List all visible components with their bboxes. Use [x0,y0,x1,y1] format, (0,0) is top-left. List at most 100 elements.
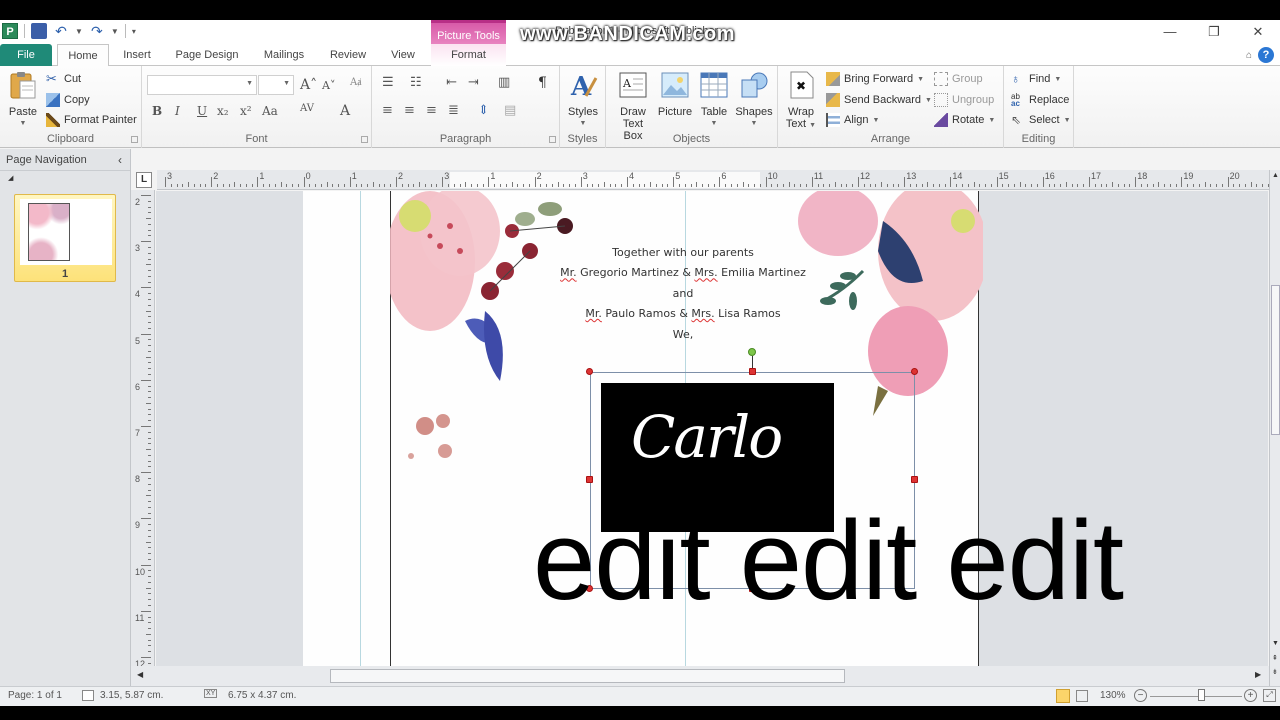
restore-button[interactable]: ❐ [1192,22,1236,42]
publication-page[interactable]: Together with our parents Mr. Gregorio M… [303,191,1124,686]
tab-insert[interactable]: Insert [118,44,156,66]
tab-format[interactable]: Format [431,44,506,66]
zoom-level[interactable]: 130% [1100,690,1126,701]
send-backward-button[interactable]: Send Backward ▼ [826,93,932,107]
fit-page-icon[interactable]: ⤢ [1263,689,1276,702]
align-left-icon[interactable]: ≡ [382,103,393,118]
italic-button[interactable]: I [175,104,180,118]
replace-button[interactable]: ab ac Replace [1011,93,1069,108]
collapse-pane-icon[interactable]: ‹ [118,149,122,171]
horizontal-ruler[interactable]: 3 2 1 0 1 2 3 1 2 3 4 5 6 10 11 12 13 14 15 16 17 18 19 20 [157,170,1270,190]
shrink-font-button[interactable]: A˅ [322,79,335,92]
cut-button[interactable]: ✂ Cut [46,72,81,86]
undo-icon[interactable]: ↶ [53,23,69,39]
tab-review[interactable]: Review [324,44,372,66]
next-page-icon[interactable]: ⇟ [1272,668,1278,676]
tab-mailings[interactable]: Mailings [256,44,312,66]
customize-qat-icon[interactable]: ▾ [132,27,136,36]
minimize-ribbon-icon[interactable]: ⌂ [1246,50,1252,61]
wrap-text-button[interactable]: ✖ Wrap Text ▼ [784,70,818,132]
scroll-up-icon[interactable]: ▲ [1272,172,1279,179]
horizontal-scroll-thumb[interactable] [330,669,845,683]
subscript-button[interactable]: x₂ [217,104,229,118]
vertical-scrollbar[interactable]: ▲ ▼ ⇞ ⇟ [1269,170,1280,686]
resize-handle-left[interactable] [586,476,593,483]
increase-indent-icon[interactable]: ⇥ [468,75,479,90]
tab-file[interactable]: File [0,44,52,66]
justify-icon[interactable]: ≣ [448,103,459,118]
zoom-slider-track[interactable] [1150,696,1242,697]
scroll-down-icon[interactable]: ▼ [1272,640,1279,647]
previous-page-icon[interactable]: ⇞ [1272,654,1278,662]
underline-button[interactable]: U [197,104,207,118]
tab-view[interactable]: View [384,44,422,66]
select-button[interactable]: ⇖ Select ▼ [1011,113,1071,127]
close-button[interactable]: ✕ [1236,22,1280,42]
ungroup-button[interactable]: Ungroup [934,93,994,107]
page-thumbnail[interactable]: 1 [14,194,116,282]
shapes-button[interactable]: Shapes ▼ [734,70,774,130]
format-painter-button[interactable]: Format Painter [46,113,137,127]
single-page-view-icon[interactable] [1056,689,1070,703]
paragraph-shading-icon[interactable]: ▤ [504,103,516,118]
zoom-slider-thumb[interactable] [1198,689,1206,701]
clear-formatting-icon[interactable]: Aⱥ [350,77,362,88]
document-workspace[interactable]: Together with our parents Mr. Gregorio M… [156,191,1268,686]
zoom-in-icon[interactable]: + [1244,689,1257,702]
scroll-right-icon[interactable]: ▶ [1255,670,1261,679]
bold-button[interactable]: B [152,104,162,118]
align-center-icon[interactable]: ≡ [404,103,415,118]
save-icon[interactable] [31,23,47,39]
resize-handle-top-left[interactable] [586,368,593,375]
font-launcher-icon[interactable] [361,136,368,143]
superscript-button[interactable]: x² [240,104,252,118]
scroll-left-icon[interactable]: ◀ [137,670,143,679]
grow-font-button[interactable]: A˄ [300,77,317,93]
numbering-icon[interactable]: ☷ [410,75,422,90]
zoom-out-icon[interactable]: − [1134,689,1147,702]
bullets-icon[interactable]: ☰ [382,75,394,90]
two-page-view-icon[interactable] [1076,690,1088,702]
redo-dropdown-icon[interactable]: ▼ [111,27,119,36]
resize-handle-right[interactable] [911,476,918,483]
bring-forward-button[interactable]: Bring Forward ▼ [826,72,924,86]
tab-home[interactable]: Home [57,44,109,67]
font-name-input[interactable]: ▼ [147,75,257,95]
rotate-button[interactable]: Rotate ▼ [934,113,995,127]
decrease-indent-icon[interactable]: ⇤ [446,75,457,90]
align-right-icon[interactable]: ≡ [426,103,437,118]
tab-page-design[interactable]: Page Design [170,44,244,66]
vertical-scroll-thumb[interactable] [1271,285,1280,435]
font-color-button[interactable]: A [340,103,350,119]
page-indicator[interactable]: Page: 1 of 1 [8,690,62,701]
group-button[interactable]: Group [934,72,983,86]
help-icon[interactable]: ? [1258,47,1274,63]
clipboard-launcher-icon[interactable] [131,136,138,143]
paste-button[interactable]: Paste ▼ [6,70,40,130]
resize-handle-top-right[interactable] [911,368,918,375]
paragraph-launcher-icon[interactable] [549,136,556,143]
table-button[interactable]: Table ▼ [696,70,732,130]
redo-icon[interactable]: ↷ [89,23,105,39]
columns-icon[interactable]: ▥ [498,75,510,90]
invitation-text-box[interactable]: Together with our parents Mr. Gregorio M… [533,243,833,345]
show-formatting-button[interactable]: ¶ [538,75,547,91]
vertical-ruler[interactable]: 2 3 4 5 6 7 8 9 10 11 12 [131,190,155,699]
font-size-input[interactable]: ▼ [258,75,294,95]
character-spacing-button[interactable]: AV [300,103,314,114]
find-button[interactable]: ♁ Find ▼ [1011,72,1061,86]
draw-text-box-button[interactable]: A Draw Text Box [612,70,654,142]
resize-handle-top[interactable] [749,368,756,375]
horizontal-scrollbar[interactable]: ▶ [325,666,1269,686]
picture-button[interactable]: Picture [656,70,694,118]
minimize-button[interactable]: — [1148,22,1192,42]
undo-dropdown-icon[interactable]: ▼ [75,27,83,36]
line-spacing-icon[interactable]: ⇕ [478,103,489,118]
rotation-handle[interactable] [748,348,756,356]
styles-button[interactable]: A Styles ▼ [566,70,600,130]
copy-button[interactable]: Copy [46,93,90,107]
tab-selector[interactable]: L [136,172,152,188]
align-button[interactable]: Align ▼ [826,113,879,127]
section-expand-icon[interactable]: ◢ [0,171,130,187]
change-case-button[interactable]: Aa [262,104,278,118]
